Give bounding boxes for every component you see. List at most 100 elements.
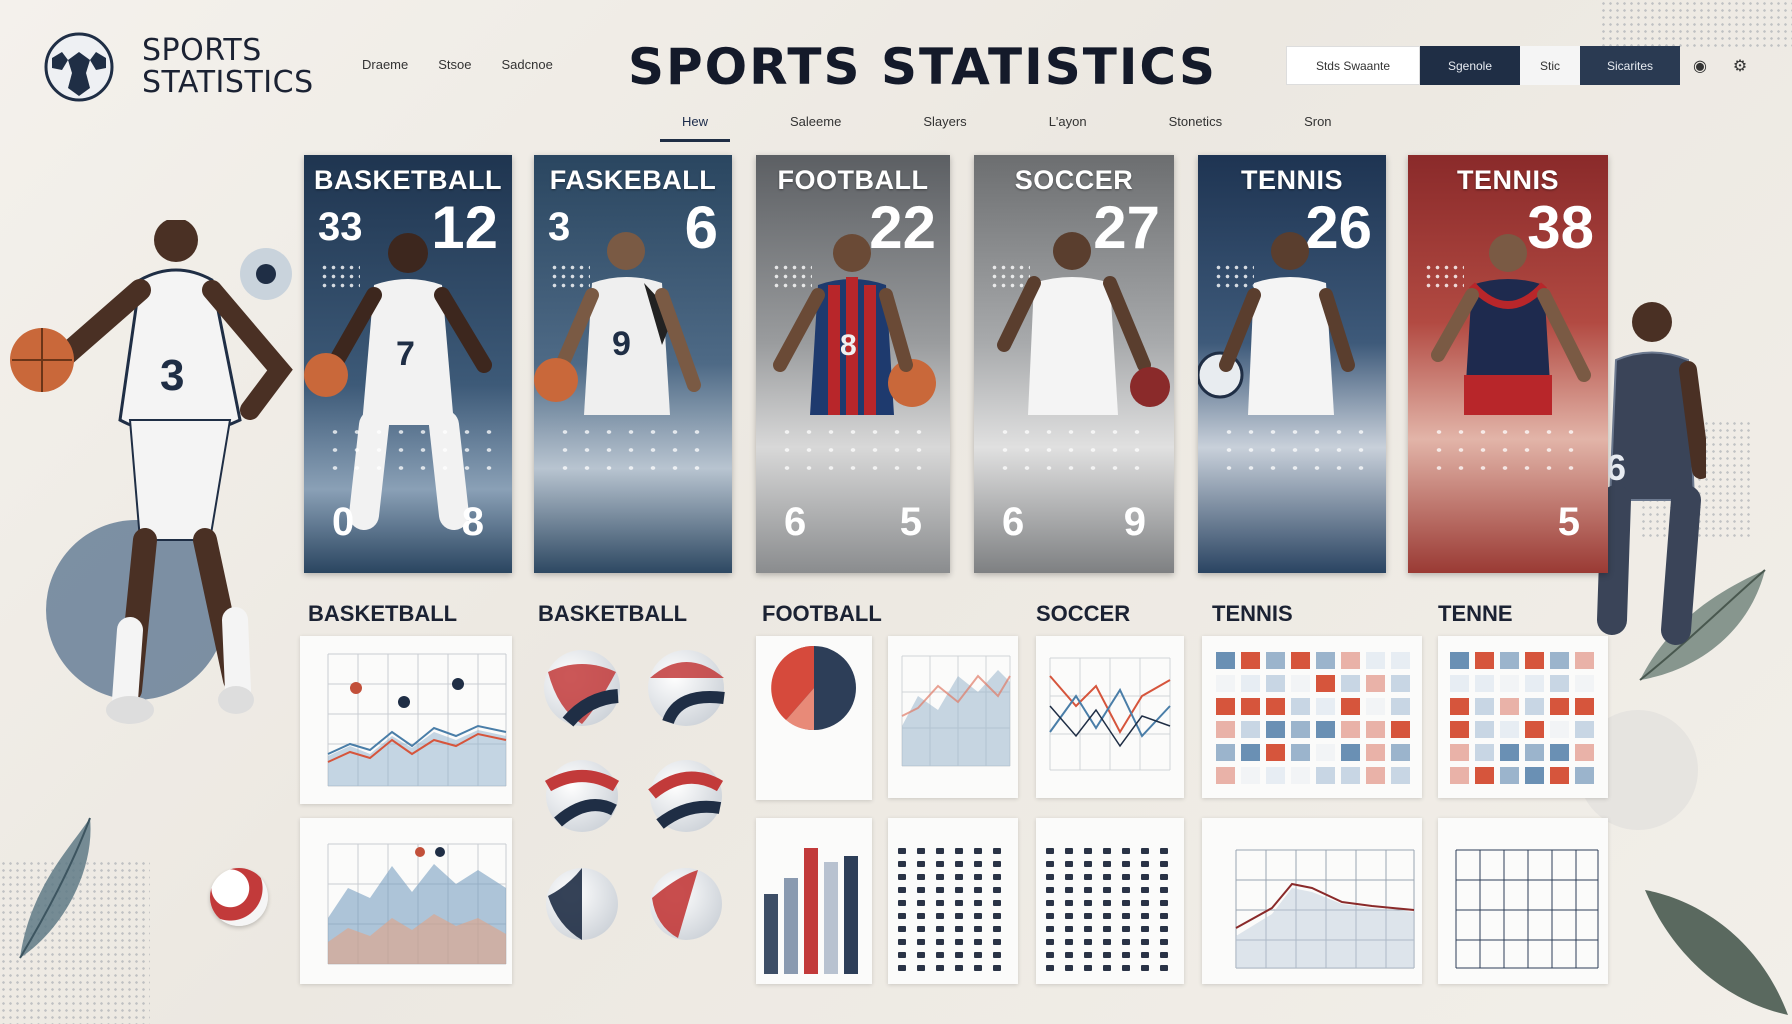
table-cell-mark [974, 952, 982, 958]
tab-statistics[interactable]: Stonetics [1147, 114, 1244, 142]
stat-panel-table-2[interactable] [1036, 818, 1184, 984]
stat-panel-balls[interactable] [528, 626, 738, 980]
player-figure: 8 [773, 234, 936, 415]
table-cell-mark [1103, 900, 1111, 906]
jersey-number: 8 [840, 329, 857, 362]
player-card-tennis-red[interactable]: TENNIS 38 5 [1408, 155, 1608, 573]
heatmap-cell [1500, 721, 1519, 738]
heatmap-cell [1475, 721, 1494, 738]
jersey-number: 6 [1606, 447, 1626, 488]
tab-players[interactable]: Slayers [901, 114, 988, 142]
stat-panel-heatmap[interactable] [1202, 636, 1422, 798]
table-cell-mark [993, 887, 1001, 893]
table-cell-mark [955, 900, 963, 906]
top-link[interactable]: Stsoe [438, 57, 471, 72]
section-label-soccer: SOCCER [1036, 601, 1131, 626]
stat-table [1046, 848, 1168, 971]
player-card-tennis[interactable]: TENNIS 26 [1198, 155, 1386, 573]
jersey-number: 7 [396, 335, 415, 373]
table-cell-mark [955, 965, 963, 971]
stat-panel-heatmap-2[interactable] [1438, 636, 1608, 798]
heatmap-cell [1241, 652, 1260, 669]
table-cell-mark [1065, 861, 1073, 867]
heatmap-cell [1291, 652, 1310, 669]
top-links: Draeme Stsoe Sadcnoe [362, 57, 553, 72]
stat-panel-table[interactable] [888, 818, 1018, 984]
stat-panel-lines[interactable] [1036, 636, 1184, 798]
card-stat-grid [1218, 423, 1366, 483]
eye-icon[interactable]: ◉ [1680, 46, 1720, 85]
heatmap-cell [1575, 721, 1594, 738]
table-cell-mark [974, 926, 982, 932]
table-cell-mark [955, 874, 963, 880]
table-cell-mark [974, 965, 982, 971]
player-card-soccer[interactable]: SOCCER 27 6 9 [974, 155, 1174, 573]
table-cell-mark [1160, 965, 1168, 971]
table-cell-mark [936, 861, 944, 867]
heatmap-cell [1216, 721, 1235, 738]
table-cell-mark [1084, 861, 1092, 867]
tab-more[interactable]: Sron [1282, 114, 1353, 142]
player-figure [1431, 234, 1591, 415]
heatmap-cell [1241, 744, 1260, 761]
area-chart [327, 843, 507, 965]
stat-panel-area[interactable] [888, 636, 1018, 798]
toolbar-button-tertiary[interactable]: Sicarites [1580, 46, 1680, 85]
leaf-icon [1645, 890, 1788, 1015]
heatmap-cell [1366, 744, 1385, 761]
search-input[interactable]: Stds Swaante [1286, 46, 1420, 85]
player-card-basketball[interactable]: BASKETBALL 33 12 7 0 8 [304, 155, 512, 573]
table-cell-mark [898, 900, 906, 906]
table-cell-mark [1160, 939, 1168, 945]
stat-panel-line[interactable] [300, 636, 512, 804]
table-cell-mark [917, 952, 925, 958]
tab-layout[interactable]: L'ayon [1027, 114, 1109, 142]
heatmap-cell [1525, 744, 1544, 761]
toolbar-button-primary[interactable]: Sgenole [1420, 46, 1520, 85]
stat-panel-bars[interactable] [756, 818, 872, 984]
card-title: BASKETBALL [314, 165, 502, 195]
multi-line-chart [1049, 657, 1171, 771]
settings-icon[interactable]: ⚙ [1720, 46, 1760, 85]
table-cell-mark [936, 887, 944, 893]
table-cell-mark [993, 926, 1001, 932]
heatmap-cell [1316, 652, 1335, 669]
toolbar-button-secondary[interactable]: Stic [1520, 46, 1580, 85]
stat-panel-pie[interactable] [756, 636, 872, 800]
heatmap-cell [1391, 652, 1410, 669]
table-cell-mark [955, 952, 963, 958]
table-cell-mark [898, 874, 906, 880]
table-cell-mark [1103, 861, 1111, 867]
player-card-football[interactable]: FOOTBALL 22 8 6 5 [756, 155, 950, 573]
table-cell-mark [1160, 900, 1168, 906]
table-cell-mark [936, 900, 944, 906]
heatmap-cell [1266, 698, 1285, 715]
table-cell-mark [936, 913, 944, 919]
stat-panel-trend[interactable] [1202, 818, 1422, 984]
logo[interactable]: SPORTS STATISTICS [42, 30, 314, 104]
heatmap-cell [1316, 767, 1335, 784]
table-cell-mark [1103, 965, 1111, 971]
table-cell-mark [1122, 900, 1130, 906]
table-cell-mark [936, 874, 944, 880]
deco-ball-small [210, 868, 268, 926]
tab-home[interactable]: Hew [660, 114, 731, 142]
heatmap-cell [1475, 744, 1494, 761]
top-link[interactable]: Draeme [362, 57, 408, 72]
stat-panel-area-large[interactable] [300, 818, 512, 984]
table-cell-mark [898, 913, 906, 919]
area-chart [901, 655, 1011, 767]
heatmap-cell [1341, 652, 1360, 669]
line-chart [327, 653, 507, 787]
card-title: SOCCER [1014, 165, 1134, 195]
top-link[interactable]: Sadcnoe [502, 57, 553, 72]
player-card-faskeball[interactable]: FASKEBALL 3 6 9 [534, 155, 732, 573]
table-cell-mark [898, 887, 906, 893]
heatmap-cell [1341, 767, 1360, 784]
tab-schemes[interactable]: Saleeme [768, 114, 863, 142]
table-cell-mark [1141, 848, 1149, 854]
heatmap-cell [1366, 767, 1385, 784]
stat-panel-grid[interactable] [1438, 818, 1608, 984]
table-cell-mark [993, 848, 1001, 854]
stat-table [898, 848, 1001, 971]
